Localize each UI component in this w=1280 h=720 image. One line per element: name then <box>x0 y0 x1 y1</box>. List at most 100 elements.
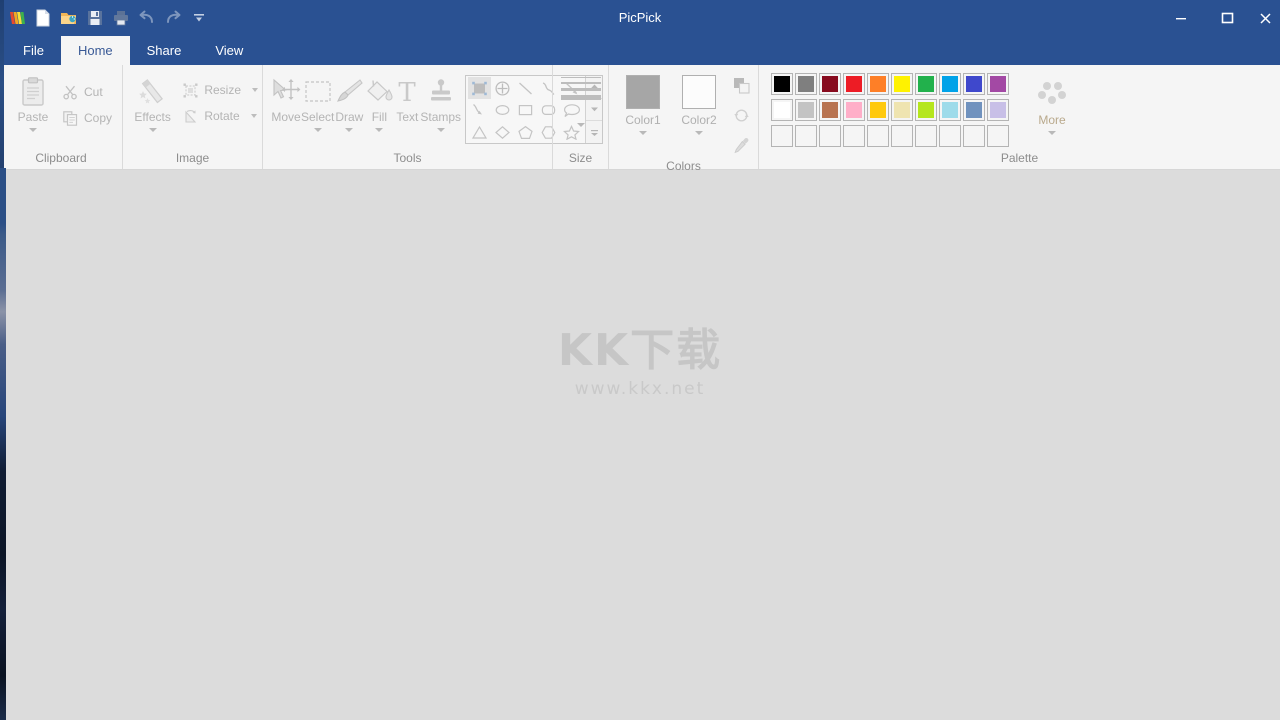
palette-swatch[interactable] <box>915 125 937 147</box>
shape-target-circle[interactable] <box>491 77 514 99</box>
palette-swatch[interactable] <box>843 99 865 121</box>
fill-dropdown-caret[interactable] <box>375 128 384 132</box>
more-dropdown-caret[interactable] <box>1048 131 1056 135</box>
palette-swatch-color <box>894 76 910 92</box>
ribbon-group-palette: More Palette <box>758 65 1280 169</box>
palette-swatch[interactable] <box>771 73 793 95</box>
color2-button[interactable]: Color2 <box>671 71 727 135</box>
shape-line[interactable] <box>514 77 537 99</box>
tab-home[interactable]: Home <box>60 36 130 65</box>
palette-swatch[interactable] <box>819 125 841 147</box>
close-button[interactable] <box>1250 0 1280 36</box>
fill-label: Fill <box>371 110 388 124</box>
palette-swatch[interactable] <box>987 73 1009 95</box>
restore-button[interactable] <box>1204 0 1250 36</box>
app-logo-icon[interactable] <box>4 4 30 32</box>
color-reset-icon[interactable] <box>733 107 750 129</box>
rotate-dropdown-caret[interactable] <box>250 114 257 118</box>
resize-button[interactable]: Resize <box>178 77 262 103</box>
redo-icon[interactable] <box>160 4 186 32</box>
tab-share[interactable]: Share <box>130 36 199 65</box>
move-tool-button[interactable]: Move <box>271 71 301 124</box>
text-tool-button[interactable]: T Text <box>394 71 420 124</box>
canvas-area[interactable]: KK下载 www.kkx.net <box>0 170 1280 720</box>
shape-curved-arrow[interactable] <box>468 99 491 121</box>
undo-icon[interactable] <box>134 4 160 32</box>
select-tool-button[interactable]: Select <box>301 71 334 132</box>
palette-swatch[interactable] <box>867 99 889 121</box>
paste-button[interactable]: Paste <box>12 71 54 132</box>
rotate-button[interactable]: Rotate <box>178 103 262 129</box>
new-icon[interactable] <box>30 4 56 32</box>
shape-pentagon[interactable] <box>514 121 537 143</box>
palette-swatch[interactable] <box>939 125 961 147</box>
palette-swatch[interactable] <box>915 73 937 95</box>
palette-swatch[interactable] <box>939 73 961 95</box>
ribbon-group-clipboard: Paste Cut Copy Clipboard <box>0 65 122 169</box>
group-label-image: Image <box>175 151 210 165</box>
palette-swatch[interactable] <box>915 99 937 121</box>
tab-file[interactable]: File <box>6 36 61 65</box>
draw-dropdown-caret[interactable] <box>345 128 354 132</box>
palette-swatch[interactable] <box>987 125 1009 147</box>
customize-icon[interactable] <box>186 4 212 32</box>
more-colors-button[interactable]: More <box>1023 73 1081 135</box>
palette-swatch[interactable] <box>963 73 985 95</box>
palette-swatch[interactable] <box>795 73 817 95</box>
stamps-dropdown-caret[interactable] <box>436 128 445 132</box>
palette-swatch[interactable] <box>771 99 793 121</box>
shape-ellipse[interactable] <box>491 99 514 121</box>
palette-swatch[interactable] <box>891 99 913 121</box>
palette-swatch[interactable] <box>795 99 817 121</box>
palette-swatch[interactable] <box>963 99 985 121</box>
color-swap-icon[interactable] <box>733 77 750 99</box>
color1-button[interactable]: Color1 <box>615 71 671 135</box>
color2-dropdown-caret[interactable] <box>695 131 703 135</box>
shape-triangle[interactable] <box>468 121 491 143</box>
minimize-button[interactable] <box>1158 0 1204 36</box>
resize-dropdown-caret[interactable] <box>252 88 258 92</box>
watermark: KK下载 www.kkx.net <box>0 326 1280 400</box>
shape-rectangle-filled[interactable] <box>468 77 492 99</box>
palette-swatch[interactable] <box>891 125 913 147</box>
palette-swatch[interactable] <box>963 125 985 147</box>
palette-swatch[interactable] <box>819 99 841 121</box>
effects-button[interactable]: Effects <box>133 71 172 132</box>
color2-swatch[interactable] <box>682 75 716 109</box>
size-button[interactable] <box>553 73 608 127</box>
fill-tool-button[interactable]: Fill <box>364 71 394 132</box>
print-icon[interactable] <box>108 4 134 32</box>
draw-tool-button[interactable]: Draw <box>334 71 364 132</box>
cut-button[interactable]: Cut <box>58 79 116 105</box>
copy-button[interactable]: Copy <box>58 105 116 131</box>
palette-swatch[interactable] <box>987 99 1009 121</box>
stamps-label: Stamps <box>420 110 462 124</box>
open-icon[interactable] <box>56 4 82 32</box>
palette-swatch[interactable] <box>939 99 961 121</box>
stamps-tool-button[interactable]: Stamps <box>420 71 461 132</box>
palette-swatch-color <box>918 76 934 92</box>
palette-swatch[interactable] <box>843 73 865 95</box>
palette-swatch[interactable] <box>795 125 817 147</box>
save-icon[interactable] <box>82 4 108 32</box>
text-icon: T <box>394 75 420 109</box>
size-dropdown-caret[interactable] <box>576 123 585 127</box>
color1-dropdown-caret[interactable] <box>639 131 647 135</box>
palette-swatch[interactable] <box>891 73 913 95</box>
palette-swatch[interactable] <box>867 73 889 95</box>
copy-label: Copy <box>83 111 112 125</box>
shape-rectangle[interactable] <box>514 99 537 121</box>
select-icon <box>303 75 333 109</box>
palette-swatch[interactable] <box>843 125 865 147</box>
palette-swatch[interactable] <box>867 125 889 147</box>
palette-swatch[interactable] <box>819 73 841 95</box>
tab-view[interactable]: View <box>198 36 260 65</box>
shape-diamond[interactable] <box>491 121 514 143</box>
color1-swatch[interactable] <box>626 75 660 109</box>
paste-dropdown-caret[interactable] <box>28 128 37 132</box>
effects-dropdown-caret[interactable] <box>148 128 157 132</box>
select-dropdown-caret[interactable] <box>313 128 322 132</box>
palette-swatch-color <box>942 128 958 144</box>
color-picker-icon[interactable] <box>733 137 750 159</box>
palette-swatch[interactable] <box>771 125 793 147</box>
